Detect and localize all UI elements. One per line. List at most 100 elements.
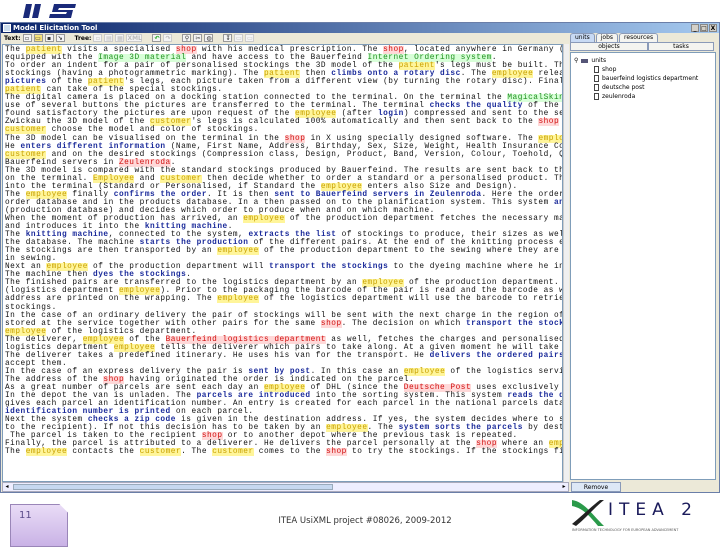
tab-resources[interactable]: resources [619,33,659,42]
action-annotation[interactable]: identification number is printed [5,408,171,416]
person-annotation[interactable]: customer [139,448,182,457]
tool-6-icon[interactable]: ▭ [245,34,255,42]
place-annotation[interactable]: shop [175,46,197,54]
person-annotation[interactable]: employee [548,440,562,449]
tree-root[interactable]: ⚲ units [574,56,712,65]
scroll-left-icon[interactable]: ◂ [3,483,11,491]
person-annotation[interactable]: patient [5,86,42,95]
export-icon[interactable]: ↘ [55,34,65,42]
tab-units[interactable]: units [570,33,595,42]
place-annotation[interactable]: shop [201,432,223,441]
scroll-right-icon[interactable]: ▸ [560,483,568,491]
tree-node[interactable]: bauerfeind logistics department [574,74,712,83]
open-folder-icon[interactable]: ▭ [33,34,43,42]
action-annotation[interactable]: extracts the list [248,231,336,239]
place-annotation[interactable]: Deutsche Post [403,383,472,392]
place-annotation[interactable]: Zeulenroda [118,158,171,167]
person-annotation[interactable]: patient [87,78,125,87]
action-annotation[interactable]: sent by post [248,368,310,376]
action-annotation[interactable]: reads the destination addresses [507,392,562,400]
action-annotation[interactable]: knitting machine [145,223,228,231]
person-annotation[interactable]: employee [326,424,368,433]
tree-c-icon[interactable]: ▦ [115,34,125,42]
scenario-text-area[interactable]: The patient visits a specialised shop wi… [2,44,563,482]
person-annotation[interactable]: employee [320,182,363,191]
action-annotation[interactable]: enters different information [21,143,166,151]
person-annotation[interactable]: employee [5,327,47,336]
vertical-scrollbar[interactable] [563,44,569,482]
tree-node[interactable]: shop [574,65,712,74]
place-annotation[interactable]: shop [538,118,560,127]
action-annotation[interactable]: system sorts the parcels [399,424,523,432]
tool-1-icon[interactable]: ⚲ [182,34,192,42]
action-annotation[interactable]: confirms the order [114,191,207,199]
person-annotation[interactable]: employee [491,70,534,79]
person-annotation[interactable]: customer [212,448,254,457]
action-annotation[interactable]: analyses the different database entries [554,199,562,207]
action-annotation[interactable]: knitting machine [26,231,109,239]
person-annotation[interactable]: employee [295,110,337,119]
place-annotation[interactable]: shop [320,319,342,328]
place-annotation[interactable]: shop [383,46,404,54]
place-annotation[interactable]: shop [284,134,306,143]
tree-a-icon[interactable]: ▫ [93,34,103,42]
scroll-thumb[interactable] [13,484,333,490]
undo-icon[interactable]: ↶ [152,34,162,42]
maximize-button[interactable]: □ [700,24,708,32]
person-annotation[interactable]: employee [25,448,68,457]
tool-4-icon[interactable]: ↧ [223,34,233,42]
place-annotation[interactable]: shop [476,440,497,449]
object-annotation[interactable]: MagicalSkin Scanner program [507,94,562,103]
tab-tasks[interactable]: tasks [648,42,714,51]
action-annotation[interactable]: sent to Bauerfeind servers in Zeulenroda [274,191,481,199]
save-icon[interactable]: ▪ [44,34,54,42]
person-annotation[interactable]: employee [118,287,161,296]
xml-button[interactable]: XML [126,34,143,42]
person-annotation[interactable]: employee [243,214,285,223]
person-annotation[interactable]: employee [25,190,68,199]
person-annotation[interactable]: employee [217,247,259,256]
action-annotation[interactable]: parcels are introduced [197,392,311,400]
person-annotation[interactable]: employee [217,295,259,304]
action-annotation[interactable]: starts the production [140,239,249,247]
expand-icon[interactable]: ⚲ [574,56,578,65]
person-annotation[interactable]: employee [113,343,156,352]
person-annotation[interactable]: customer [5,126,47,135]
new-file-icon[interactable]: ▫ [22,34,32,42]
redo-icon[interactable]: ↷ [163,34,173,42]
tree-b-icon[interactable]: ▤ [104,34,114,42]
action-annotation[interactable]: dyes the stockings [93,271,186,279]
tool-2-icon[interactable]: ✂ [193,34,203,42]
object-annotation[interactable]: Image 3D material [98,54,187,63]
person-annotation[interactable]: patient [263,70,301,79]
action-annotation[interactable]: login [378,110,404,118]
place-annotation[interactable]: shop [103,375,125,384]
horizontal-scrollbar[interactable]: ◂ ▸ [2,482,569,492]
action-annotation[interactable]: pictures [5,78,46,86]
tree-node[interactable]: zeulenroda [574,92,712,101]
place-annotation[interactable]: shop [326,448,347,457]
person-annotation[interactable]: Employee [93,174,135,183]
action-annotation[interactable]: transport the stockings [466,320,562,328]
action-annotation[interactable]: climbs onto a rotary disc [331,70,460,78]
person-annotation[interactable]: patient [25,46,62,54]
person-annotation[interactable]: patient [398,62,435,71]
person-annotation[interactable]: customer [150,118,192,127]
person-annotation[interactable]: employee [403,367,446,376]
close-button[interactable]: X [709,24,717,32]
tree-node[interactable]: deutsche post [574,83,712,92]
place-annotation[interactable]: Bauerfeind logistics department [165,335,327,344]
tab-objects[interactable]: objects [570,42,648,51]
tool-5-icon[interactable]: ▭ [234,34,244,42]
minimize-button[interactable]: _ [691,24,699,32]
person-annotation[interactable]: customer [160,174,202,183]
action-annotation[interactable]: delivers the ordered pairs [430,352,562,360]
tab-jobs[interactable]: jobs [595,33,619,42]
action-annotation[interactable]: checks a zip code [88,416,176,424]
person-annotation[interactable]: employee [82,335,125,344]
remove-button[interactable]: Remove [571,482,621,492]
person-annotation[interactable]: customer [5,150,47,159]
person-annotation[interactable]: employee [538,134,562,143]
person-annotation[interactable]: employee [263,383,306,392]
object-annotation[interactable]: Internet Ordering system [367,54,492,63]
